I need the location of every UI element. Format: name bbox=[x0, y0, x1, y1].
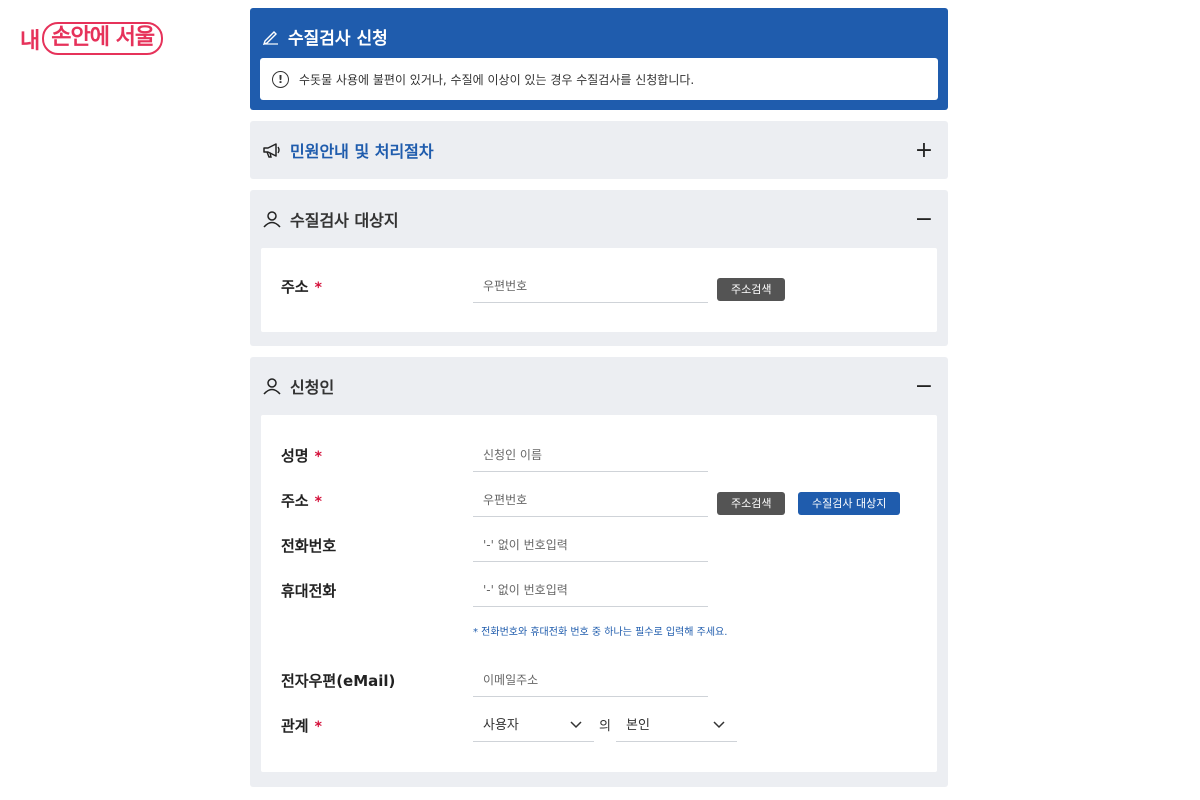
person-icon bbox=[263, 211, 281, 228]
expand-toggle[interactable]: + bbox=[912, 138, 936, 163]
phone-input[interactable]: '-' 없이 번호입력 bbox=[473, 529, 708, 562]
applicant-postal-input[interactable]: 우편번호 bbox=[473, 484, 708, 517]
exclamation-icon: ! bbox=[272, 70, 289, 88]
applicant-form: 성명 * 신청인 이름 주소 * 우편번호 주소검색 수질검사 대상지 전화번호 '… bbox=[261, 415, 937, 772]
phone-required-note: * 전화번호와 휴대전화 번호 중 하나는 필수로 입력해 주세요. bbox=[473, 627, 728, 638]
relation-left-value: 사용자 bbox=[483, 718, 519, 733]
address-label: 주소 * bbox=[281, 278, 322, 296]
pencil-icon bbox=[262, 31, 278, 45]
same-as-target-button[interactable]: 수질검사 대상지 bbox=[798, 492, 901, 515]
target-postal-input[interactable]: 우편번호 bbox=[473, 270, 708, 303]
relation-row: 관계 * 사용자 의 본인 bbox=[261, 703, 937, 748]
chevron-down-icon bbox=[570, 721, 582, 729]
mobile-label: 휴대전화 bbox=[281, 582, 337, 600]
logo-text-a: 내 bbox=[20, 28, 40, 54]
page-title-row: 수질검사 신청 bbox=[262, 22, 938, 50]
applicant-address-row: 주소 * 우편번호 주소검색 수질검사 대상지 bbox=[261, 478, 937, 523]
relation-right-select[interactable]: 본인 bbox=[616, 709, 737, 742]
phone-note-row: * 전화번호와 휴대전화 번호 중 하나는 필수로 입력해 주세요. bbox=[261, 613, 937, 658]
name-input[interactable]: 신청인 이름 bbox=[473, 439, 708, 472]
phone-label: 전화번호 bbox=[281, 537, 337, 555]
mobile-row: 휴대전화 '-' 없이 번호입력 bbox=[261, 568, 937, 613]
name-row: 성명 * 신청인 이름 bbox=[261, 433, 937, 478]
relation-connector: 의 bbox=[599, 719, 611, 734]
email-label: 전자우편(eMail) bbox=[281, 672, 396, 690]
email-input[interactable]: 이메일주소 bbox=[473, 664, 708, 697]
collapse-toggle[interactable]: − bbox=[912, 374, 936, 399]
target-panel-header[interactable]: 수질검사 대상지 − bbox=[250, 190, 948, 248]
address-search-button[interactable]: 주소검색 bbox=[717, 492, 786, 515]
guide-panel: 민원안내 및 처리절차 + bbox=[250, 121, 948, 179]
required-mark: * bbox=[314, 449, 322, 465]
guide-title: 민원안내 및 처리절차 bbox=[290, 142, 434, 161]
target-title: 수질검사 대상지 bbox=[290, 211, 399, 230]
address-search-button[interactable]: 주소검색 bbox=[717, 278, 786, 301]
relation-right-value: 본인 bbox=[626, 718, 650, 733]
email-row: 전자우편(eMail) 이메일주소 bbox=[261, 658, 937, 703]
phone-row: 전화번호 '-' 없이 번호입력 bbox=[261, 523, 937, 568]
required-mark: * bbox=[314, 494, 322, 510]
target-address-row: 주소 * 우편번호 주소검색 bbox=[261, 264, 937, 309]
request-header: 수질검사 신청 ! 수돗물 사용에 불편이 있거나, 수질에 이상이 있는 경우… bbox=[250, 8, 948, 110]
notice-box: ! 수돗물 사용에 불편이 있거나, 수질에 이상이 있는 경우 수질검사를 신… bbox=[260, 58, 938, 100]
main-column: 수질검사 신청 ! 수돗물 사용에 불편이 있거나, 수질에 이상이 있는 경우… bbox=[250, 8, 948, 787]
required-mark: * bbox=[314, 719, 322, 735]
notice-text: 수돗물 사용에 불편이 있거나, 수질에 이상이 있는 경우 수질검사를 신청합… bbox=[299, 72, 695, 87]
target-form: 주소 * 우편번호 주소검색 bbox=[261, 248, 937, 332]
megaphone-icon bbox=[263, 143, 280, 158]
collapse-toggle[interactable]: − bbox=[912, 207, 936, 232]
required-mark: * bbox=[314, 280, 322, 296]
logo-text-b: 손안에 서울 bbox=[42, 22, 164, 55]
target-panel: 수질검사 대상지 − 주소 * 우편번호 주소검색 bbox=[250, 190, 948, 346]
name-label: 성명 * bbox=[281, 447, 322, 465]
relation-label: 관계 * bbox=[281, 717, 322, 735]
applicant-title: 신청인 bbox=[290, 378, 335, 397]
logo[interactable]: 내 손안에 서울 bbox=[20, 22, 164, 55]
mobile-input[interactable]: '-' 없이 번호입력 bbox=[473, 574, 708, 607]
applicant-panel-header[interactable]: 신청인 − bbox=[250, 357, 948, 415]
applicant-panel: 신청인 − 성명 * 신청인 이름 주소 * 우편번호 주소검색 수질검사 대상지 … bbox=[250, 357, 948, 787]
page-title: 수질검사 신청 bbox=[288, 28, 388, 49]
address-label: 주소 * bbox=[281, 492, 322, 510]
chevron-down-icon bbox=[713, 721, 725, 729]
guide-panel-header[interactable]: 민원안내 및 처리절차 + bbox=[250, 121, 948, 179]
person-icon bbox=[263, 378, 281, 395]
relation-left-select[interactable]: 사용자 bbox=[473, 709, 594, 742]
